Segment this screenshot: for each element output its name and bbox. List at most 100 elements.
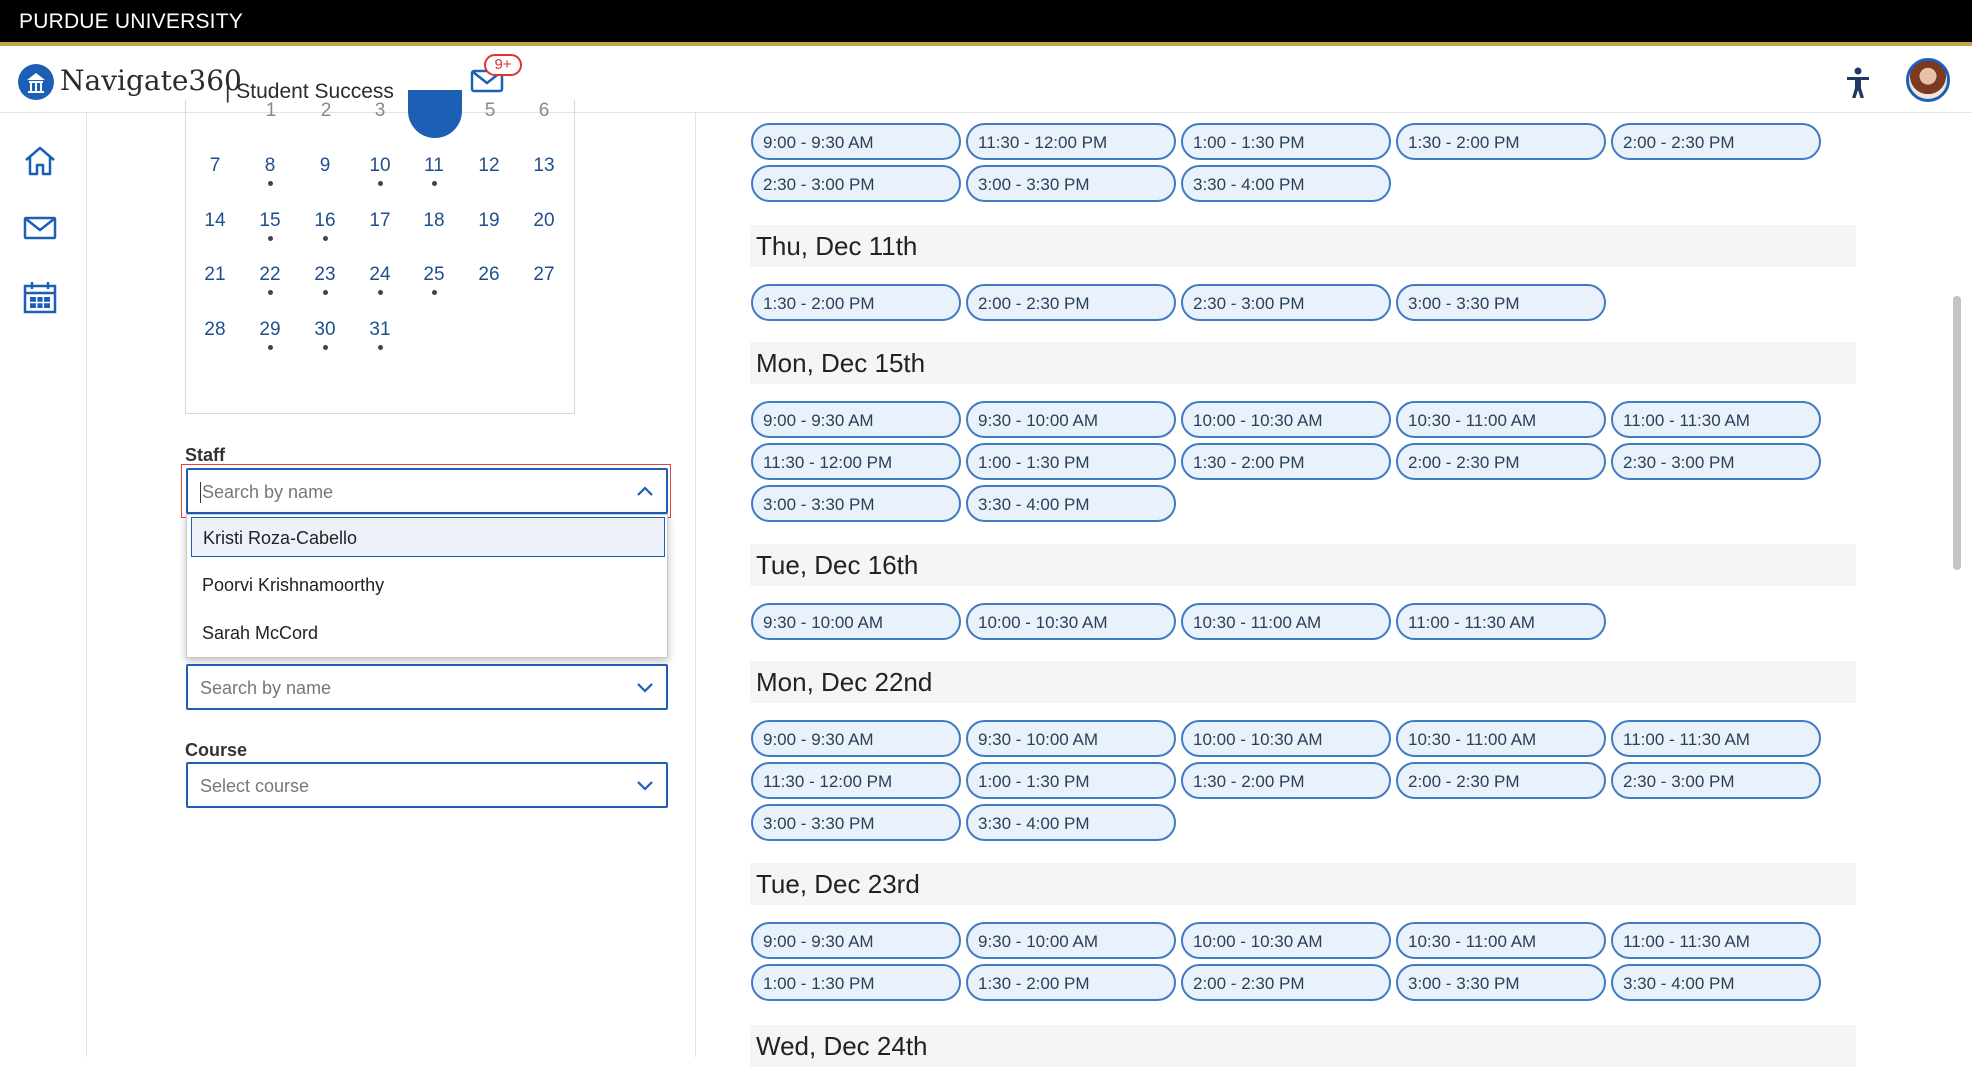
time-slot-button[interactable]: 11:00 - 11:30 AM — [1611, 922, 1821, 959]
calendar-day[interactable]: 21 — [195, 264, 235, 286]
time-slot-button[interactable]: 9:00 - 9:30 AM — [751, 720, 961, 757]
staff-option[interactable]: Sarah McCord — [191, 613, 665, 653]
home-icon[interactable] — [22, 143, 58, 179]
time-slot-button[interactable]: 10:00 - 10:30 AM — [1181, 720, 1391, 757]
time-slot-button[interactable]: 3:00 - 3:30 PM — [751, 485, 961, 522]
time-slot-button[interactable]: 3:00 - 3:30 PM — [966, 165, 1176, 202]
time-slot-button[interactable]: 2:00 - 2:30 PM — [966, 284, 1176, 321]
calendar-day[interactable]: 26 — [469, 264, 509, 286]
calendar-day[interactable]: 31 — [360, 319, 400, 341]
time-slot-button[interactable]: 1:00 - 1:30 PM — [751, 964, 961, 1001]
calendar-day[interactable]: 23 — [305, 264, 345, 286]
time-slot-button[interactable]: 1:30 - 2:00 PM — [1181, 443, 1391, 480]
time-slot-button[interactable]: 2:00 - 2:30 PM — [1396, 443, 1606, 480]
staff-option[interactable]: Kristi Roza-Cabello — [191, 517, 665, 557]
time-slot-button[interactable]: 9:30 - 10:00 AM — [966, 401, 1176, 438]
mail-icon[interactable] — [22, 210, 58, 246]
calendar-icon[interactable] — [22, 279, 58, 315]
navigate-logo-icon[interactable] — [18, 64, 54, 100]
time-slot-button[interactable]: 9:30 - 10:00 AM — [966, 922, 1176, 959]
time-slot-button[interactable]: 2:30 - 3:00 PM — [1611, 443, 1821, 480]
calendar-day[interactable]: 20 — [524, 210, 564, 232]
calendar-day[interactable]: 8 — [250, 155, 290, 177]
calendar-day[interactable]: 22 — [250, 264, 290, 286]
calendar-day[interactable]: 6 — [529, 100, 559, 116]
calendar-day[interactable]: 18 — [414, 210, 454, 232]
calendar-day[interactable]: 3 — [365, 100, 395, 116]
user-avatar[interactable] — [1906, 58, 1950, 102]
calendar-day[interactable]: 24 — [360, 264, 400, 286]
time-slot-button[interactable]: 2:30 - 3:00 PM — [751, 165, 961, 202]
time-slot-button[interactable]: 2:30 - 3:00 PM — [1181, 284, 1391, 321]
time-slot-button[interactable]: 10:00 - 10:30 AM — [1181, 401, 1391, 438]
calendar-day[interactable]: 27 — [524, 264, 564, 286]
time-slot-button[interactable]: 1:00 - 1:30 PM — [1181, 123, 1391, 160]
secondary-search-input[interactable]: Search by name — [186, 664, 668, 710]
time-slot-button[interactable]: 11:30 - 12:00 PM — [751, 443, 961, 480]
time-slot-button[interactable]: 2:00 - 2:30 PM — [1611, 123, 1821, 160]
calendar-day[interactable]: 1 — [256, 100, 286, 116]
calendar-day[interactable]: 12 — [469, 155, 509, 177]
calendar-day[interactable]: 11 — [414, 155, 454, 177]
time-slot-button[interactable]: 3:00 - 3:30 PM — [1396, 964, 1606, 1001]
time-slot-button[interactable]: 1:00 - 1:30 PM — [966, 762, 1176, 799]
staff-option[interactable]: Poorvi Krishnamoorthy — [191, 565, 665, 605]
time-slot-button[interactable]: 11:00 - 11:30 AM — [1611, 720, 1821, 757]
time-slot-button[interactable]: 10:00 - 10:30 AM — [966, 603, 1176, 640]
time-slot-button[interactable]: 3:30 - 4:00 PM — [966, 485, 1176, 522]
staff-label: Staff — [185, 445, 225, 465]
time-slot-button[interactable]: 10:00 - 10:30 AM — [1181, 922, 1391, 959]
calendar-day[interactable]: 10 — [360, 155, 400, 177]
time-slot-button[interactable]: 9:00 - 9:30 AM — [751, 401, 961, 438]
calendar-day[interactable]: 29 — [250, 319, 290, 341]
time-slot-button[interactable]: 2:00 - 2:30 PM — [1181, 964, 1391, 1001]
time-slot-button[interactable]: 3:00 - 3:30 PM — [1396, 284, 1606, 321]
accessibility-button[interactable] — [1843, 66, 1873, 100]
time-slot-button[interactable]: 2:30 - 3:00 PM — [1611, 762, 1821, 799]
calendar-day[interactable]: 13 — [524, 155, 564, 177]
time-slot-button[interactable]: 10:30 - 11:00 AM — [1396, 401, 1606, 438]
time-slot-button[interactable]: 11:30 - 12:00 PM — [751, 762, 961, 799]
chevron-down-icon[interactable] — [636, 778, 654, 792]
calendar-day[interactable]: 16 — [305, 210, 345, 232]
scrollbar-thumb[interactable] — [1953, 296, 1961, 570]
time-slot-button[interactable]: 9:00 - 9:30 AM — [751, 123, 961, 160]
time-slot-button[interactable]: 10:30 - 11:00 AM — [1396, 720, 1606, 757]
calendar-day[interactable]: 28 — [195, 319, 235, 341]
chevron-down-icon[interactable] — [636, 680, 654, 694]
calendar-day[interactable]: 7 — [195, 155, 235, 177]
availability-dot — [431, 181, 437, 186]
calendar-day[interactable]: 5 — [475, 100, 505, 116]
time-slot-button[interactable]: 9:00 - 9:30 AM — [751, 922, 961, 959]
time-slot-button[interactable]: 1:30 - 2:00 PM — [1181, 762, 1391, 799]
calendar-day[interactable]: 19 — [469, 210, 509, 232]
calendar-day[interactable]: 30 — [305, 319, 345, 341]
time-slot-button[interactable]: 3:30 - 4:00 PM — [966, 804, 1176, 841]
brand-name[interactable]: Navigate360 — [60, 64, 242, 97]
time-slot-button[interactable]: 11:00 - 11:30 AM — [1611, 401, 1821, 438]
time-slot-button[interactable]: 1:00 - 1:30 PM — [966, 443, 1176, 480]
time-slot-button[interactable]: 9:30 - 10:00 AM — [751, 603, 961, 640]
calendar-day[interactable]: 2 — [311, 100, 341, 116]
time-slot-button[interactable]: 1:30 - 2:00 PM — [1396, 123, 1606, 160]
calendar-day[interactable]: 25 — [414, 264, 454, 286]
staff-search-input[interactable]: Search by name — [186, 468, 668, 514]
chevron-up-icon[interactable] — [636, 484, 654, 498]
time-slot-button[interactable]: 3:00 - 3:30 PM — [751, 804, 961, 841]
time-slot-button[interactable]: 1:30 - 2:00 PM — [966, 964, 1176, 1001]
calendar-day[interactable]: 9 — [305, 155, 345, 177]
time-slot-button[interactable]: 3:30 - 4:00 PM — [1181, 165, 1391, 202]
calendar-day[interactable]: 17 — [360, 210, 400, 232]
time-slot-button[interactable]: 9:30 - 10:00 AM — [966, 720, 1176, 757]
availability-dot — [322, 345, 328, 350]
time-slot-button[interactable]: 1:30 - 2:00 PM — [751, 284, 961, 321]
time-slot-button[interactable]: 2:00 - 2:30 PM — [1396, 762, 1606, 799]
course-select[interactable]: Select course — [186, 762, 668, 808]
calendar-day[interactable]: 14 — [195, 210, 235, 232]
time-slot-button[interactable]: 10:30 - 11:00 AM — [1181, 603, 1391, 640]
time-slot-button[interactable]: 3:30 - 4:00 PM — [1611, 964, 1821, 1001]
time-slot-button[interactable]: 10:30 - 11:00 AM — [1396, 922, 1606, 959]
time-slot-button[interactable]: 11:30 - 12:00 PM — [966, 123, 1176, 160]
calendar-day[interactable]: 15 — [250, 210, 290, 232]
time-slot-button[interactable]: 11:00 - 11:30 AM — [1396, 603, 1606, 640]
